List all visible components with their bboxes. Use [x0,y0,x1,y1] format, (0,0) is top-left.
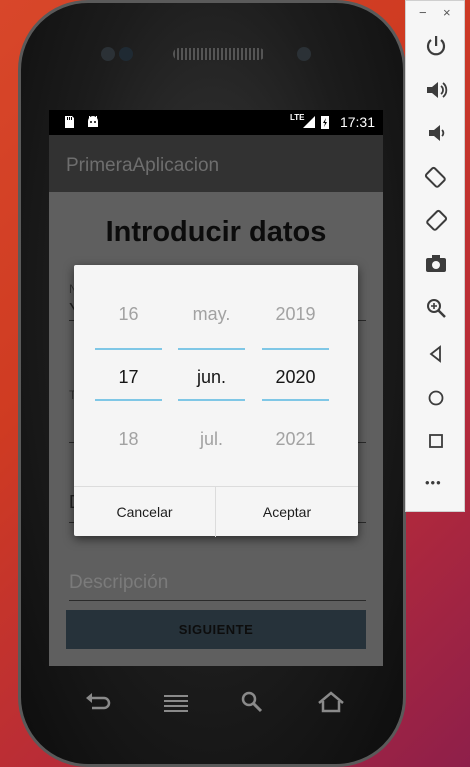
back-icon[interactable] [423,341,449,367]
year-selected[interactable]: 2020 [262,367,329,388]
year-prev[interactable]: 2019 [262,304,329,325]
front-camera-icon [297,47,311,61]
phone-top-hardware [101,43,331,67]
home-hardware-icon[interactable] [315,688,347,716]
android-debug-icon [88,116,98,127]
date-picker-dialog: 16 17 18 may. jun. jul. 2019 2020 2021 C… [74,265,358,537]
earpiece-speaker [173,48,265,60]
month-prev[interactable]: may. [178,304,245,325]
description-underline [69,600,366,601]
day-divider-bottom [95,399,162,401]
minimize-button[interactable]: − [419,5,427,20]
month-divider-top [178,348,245,350]
day-selected[interactable]: 17 [95,367,162,388]
app-title: PrimeraAplicacion [66,155,220,176]
sd-card-icon [65,116,74,128]
back-hardware-icon[interactable] [82,688,114,716]
search-hardware-icon[interactable] [236,688,268,716]
signal-icon [303,116,315,128]
sensor-icon [101,47,115,61]
page-title: Introducir datos [105,216,327,248]
power-icon[interactable] [423,33,449,59]
rotate-left-icon[interactable] [423,164,449,190]
battery-charging-icon [321,116,329,129]
more-icon[interactable]: ••• [425,475,442,490]
emulator-control-panel: − × ••• [405,0,465,512]
hardware-nav-bar [60,688,360,718]
volume-up-icon[interactable] [423,77,449,103]
day-divider-top [95,348,162,350]
month-divider-bottom [178,399,245,401]
overview-icon[interactable] [423,428,449,454]
camera-icon[interactable] [423,251,449,277]
accept-button[interactable]: Aceptar [216,487,358,537]
year-divider-top [262,348,329,350]
home-icon[interactable] [423,385,449,411]
month-next[interactable]: jul. [178,429,245,450]
status-bar: LTE 17:31 [49,110,383,135]
description-input[interactable]: Descripción [69,572,168,594]
dialog-button-row: Cancelar Aceptar [74,486,358,537]
app-bar: PrimeraAplicacion [49,135,383,192]
sensor-icon [119,47,133,61]
volume-down-icon[interactable] [423,120,449,146]
year-next[interactable]: 2021 [262,429,329,450]
cancel-button[interactable]: Cancelar [74,487,215,537]
clock: 17:31 [339,114,375,130]
month-selected[interactable]: jun. [178,367,245,388]
rotate-right-icon[interactable] [423,207,449,233]
zoom-icon[interactable] [423,295,449,321]
close-button[interactable]: × [443,5,451,20]
day-next[interactable]: 18 [95,429,162,450]
menu-hardware-icon[interactable] [160,688,192,716]
day-prev[interactable]: 16 [95,304,162,325]
next-button[interactable]: SIGUIENTE [66,610,366,649]
year-divider-bottom [262,399,329,401]
